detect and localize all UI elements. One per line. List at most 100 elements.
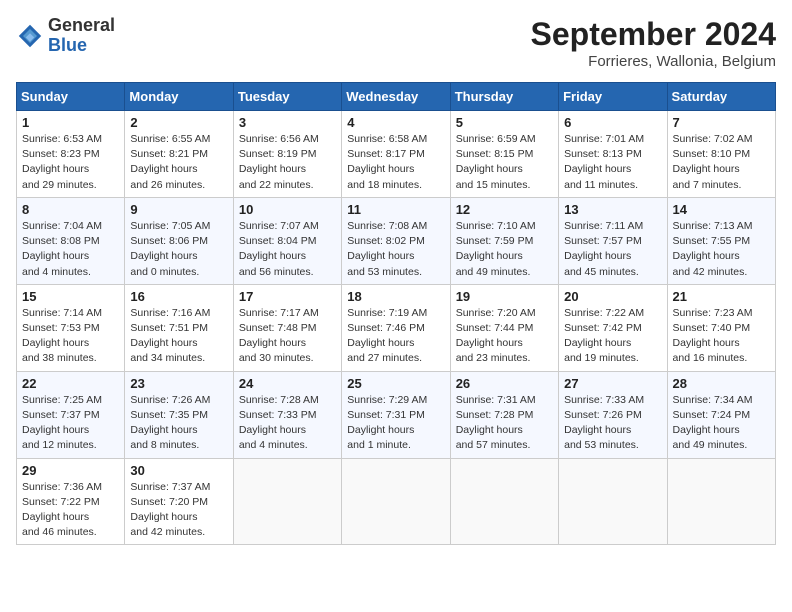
day-info: Sunrise: 6:59 AMSunset: 8:15 PMDaylight … — [456, 132, 553, 193]
day-info: Sunrise: 7:25 AMSunset: 7:37 PMDaylight … — [22, 393, 119, 454]
page-header: General Blue September 2024 Forrieres, W… — [16, 16, 776, 70]
calendar-cell: 20 Sunrise: 7:22 AMSunset: 7:42 PMDayligh… — [559, 284, 667, 371]
day-number: 26 — [456, 376, 553, 391]
logo: General Blue — [16, 16, 115, 56]
day-number: 17 — [239, 289, 336, 304]
calendar-cell — [559, 458, 667, 545]
calendar-cell — [667, 458, 775, 545]
day-info: Sunrise: 7:37 AMSunset: 7:20 PMDaylight … — [130, 480, 227, 541]
calendar-cell: 10 Sunrise: 7:07 AMSunset: 8:04 PMDayligh… — [233, 197, 341, 284]
weekday-header-friday: Friday — [559, 83, 667, 111]
location: Forrieres, Wallonia, Belgium — [531, 53, 776, 70]
day-info: Sunrise: 7:23 AMSunset: 7:40 PMDaylight … — [673, 306, 770, 367]
title-block: September 2024 Forrieres, Wallonia, Belg… — [531, 16, 776, 70]
day-info: Sunrise: 6:56 AMSunset: 8:19 PMDaylight … — [239, 132, 336, 193]
day-number: 11 — [347, 202, 444, 217]
calendar-cell: 21 Sunrise: 7:23 AMSunset: 7:40 PMDayligh… — [667, 284, 775, 371]
calendar-cell: 22Sunrise: 7:25 AMSunset: 7:37 PMDayligh… — [17, 371, 125, 458]
day-number: 14 — [673, 202, 770, 217]
day-number: 28 — [673, 376, 770, 391]
day-number: 15 — [22, 289, 119, 304]
day-info: Sunrise: 7:11 AMSunset: 7:57 PMDaylight … — [564, 219, 661, 280]
day-info: Sunrise: 7:05 AMSunset: 8:06 PMDaylight … — [130, 219, 227, 280]
calendar-cell: 11 Sunrise: 7:08 AMSunset: 8:02 PMDayligh… — [342, 197, 450, 284]
calendar-cell: 24Sunrise: 7:28 AMSunset: 7:33 PMDayligh… — [233, 371, 341, 458]
day-number: 21 — [673, 289, 770, 304]
day-info: Sunrise: 7:02 AMSunset: 8:10 PMDaylight … — [673, 132, 770, 193]
day-number: 19 — [456, 289, 553, 304]
calendar-cell: 29 Sunrise: 7:36 AMSunset: 7:22 PMDayligh… — [17, 458, 125, 545]
day-number: 3 — [239, 115, 336, 130]
day-number: 8 — [22, 202, 119, 217]
calendar-cell: 23 Sunrise: 7:26 AMSunset: 7:35 PMDayligh… — [125, 371, 233, 458]
day-number: 16 — [130, 289, 227, 304]
day-info: Sunrise: 7:36 AMSunset: 7:22 PMDaylight … — [22, 480, 119, 541]
logo-icon — [16, 22, 44, 50]
day-number: 18 — [347, 289, 444, 304]
calendar-cell: 17Sunrise: 7:17 AMSunset: 7:48 PMDayligh… — [233, 284, 341, 371]
day-number: 10 — [239, 202, 336, 217]
weekday-header-thursday: Thursday — [450, 83, 558, 111]
calendar-cell: 12 Sunrise: 7:10 AMSunset: 7:59 PMDayligh… — [450, 197, 558, 284]
day-info: Sunrise: 6:55 AMSunset: 8:21 PMDaylight … — [130, 132, 227, 193]
calendar-week-row: 1Sunrise: 6:53 AMSunset: 8:23 PMDaylight… — [17, 111, 776, 198]
weekday-header-monday: Monday — [125, 83, 233, 111]
day-number: 6 — [564, 115, 661, 130]
day-info: Sunrise: 7:26 AMSunset: 7:35 PMDaylight … — [130, 393, 227, 454]
day-info: Sunrise: 7:16 AMSunset: 7:51 PMDaylight … — [130, 306, 227, 367]
weekday-header-wednesday: Wednesday — [342, 83, 450, 111]
calendar-cell: 6 Sunrise: 7:01 AMSunset: 8:13 PMDaylight… — [559, 111, 667, 198]
calendar-cell — [450, 458, 558, 545]
day-number: 2 — [130, 115, 227, 130]
calendar-week-row: 15 Sunrise: 7:14 AMSunset: 7:53 PMDayligh… — [17, 284, 776, 371]
day-info: Sunrise: 7:19 AMSunset: 7:46 PMDaylight … — [347, 306, 444, 367]
calendar-cell: 3 Sunrise: 6:56 AMSunset: 8:19 PMDaylight… — [233, 111, 341, 198]
calendar-cell: 18 Sunrise: 7:19 AMSunset: 7:46 PMDayligh… — [342, 284, 450, 371]
calendar-week-row: 8 Sunrise: 7:04 AMSunset: 8:08 PMDaylight… — [17, 197, 776, 284]
day-number: 12 — [456, 202, 553, 217]
calendar-week-row: 22Sunrise: 7:25 AMSunset: 7:37 PMDayligh… — [17, 371, 776, 458]
calendar-cell: 9 Sunrise: 7:05 AMSunset: 8:06 PMDaylight… — [125, 197, 233, 284]
calendar-cell: 2 Sunrise: 6:55 AMSunset: 8:21 PMDaylight… — [125, 111, 233, 198]
day-info: Sunrise: 7:10 AMSunset: 7:59 PMDaylight … — [456, 219, 553, 280]
calendar-cell: 30 Sunrise: 7:37 AMSunset: 7:20 PMDayligh… — [125, 458, 233, 545]
day-info: Sunrise: 7:01 AMSunset: 8:13 PMDaylight … — [564, 132, 661, 193]
calendar-cell: 28Sunrise: 7:34 AMSunset: 7:24 PMDayligh… — [667, 371, 775, 458]
weekday-header-sunday: Sunday — [17, 83, 125, 111]
weekday-header-row: SundayMondayTuesdayWednesdayThursdayFrid… — [17, 83, 776, 111]
day-number: 20 — [564, 289, 661, 304]
day-info: Sunrise: 7:33 AMSunset: 7:26 PMDaylight … — [564, 393, 661, 454]
day-info: Sunrise: 7:14 AMSunset: 7:53 PMDaylight … — [22, 306, 119, 367]
day-info: Sunrise: 7:28 AMSunset: 7:33 PMDaylight … — [239, 393, 336, 454]
day-info: Sunrise: 6:58 AMSunset: 8:17 PMDaylight … — [347, 132, 444, 193]
logo-text: General Blue — [48, 16, 115, 56]
day-info: Sunrise: 7:08 AMSunset: 8:02 PMDaylight … — [347, 219, 444, 280]
calendar-week-row: 29 Sunrise: 7:36 AMSunset: 7:22 PMDayligh… — [17, 458, 776, 545]
day-info: Sunrise: 7:04 AMSunset: 8:08 PMDaylight … — [22, 219, 119, 280]
day-number: 27 — [564, 376, 661, 391]
day-info: Sunrise: 7:07 AMSunset: 8:04 PMDaylight … — [239, 219, 336, 280]
calendar-cell: 13Sunrise: 7:11 AMSunset: 7:57 PMDayligh… — [559, 197, 667, 284]
day-number: 30 — [130, 463, 227, 478]
day-number: 29 — [22, 463, 119, 478]
day-info: Sunrise: 6:53 AMSunset: 8:23 PMDaylight … — [22, 132, 119, 193]
day-info: Sunrise: 7:22 AMSunset: 7:42 PMDaylight … — [564, 306, 661, 367]
weekday-header-saturday: Saturday — [667, 83, 775, 111]
day-number: 9 — [130, 202, 227, 217]
day-number: 7 — [673, 115, 770, 130]
calendar-cell: 27 Sunrise: 7:33 AMSunset: 7:26 PMDayligh… — [559, 371, 667, 458]
day-info: Sunrise: 7:31 AMSunset: 7:28 PMDaylight … — [456, 393, 553, 454]
calendar-cell: 15 Sunrise: 7:14 AMSunset: 7:53 PMDayligh… — [17, 284, 125, 371]
day-info: Sunrise: 7:13 AMSunset: 7:55 PMDaylight … — [673, 219, 770, 280]
calendar-cell: 7 Sunrise: 7:02 AMSunset: 8:10 PMDaylight… — [667, 111, 775, 198]
calendar-cell: 5Sunrise: 6:59 AMSunset: 8:15 PMDaylight… — [450, 111, 558, 198]
weekday-header-tuesday: Tuesday — [233, 83, 341, 111]
day-info: Sunrise: 7:20 AMSunset: 7:44 PMDaylight … — [456, 306, 553, 367]
calendar-cell: 14 Sunrise: 7:13 AMSunset: 7:55 PMDayligh… — [667, 197, 775, 284]
day-number: 4 — [347, 115, 444, 130]
calendar-cell — [233, 458, 341, 545]
calendar-cell: 19 Sunrise: 7:20 AMSunset: 7:44 PMDayligh… — [450, 284, 558, 371]
calendar-cell: 25Sunrise: 7:29 AMSunset: 7:31 PMDayligh… — [342, 371, 450, 458]
calendar-cell — [342, 458, 450, 545]
day-number: 23 — [130, 376, 227, 391]
